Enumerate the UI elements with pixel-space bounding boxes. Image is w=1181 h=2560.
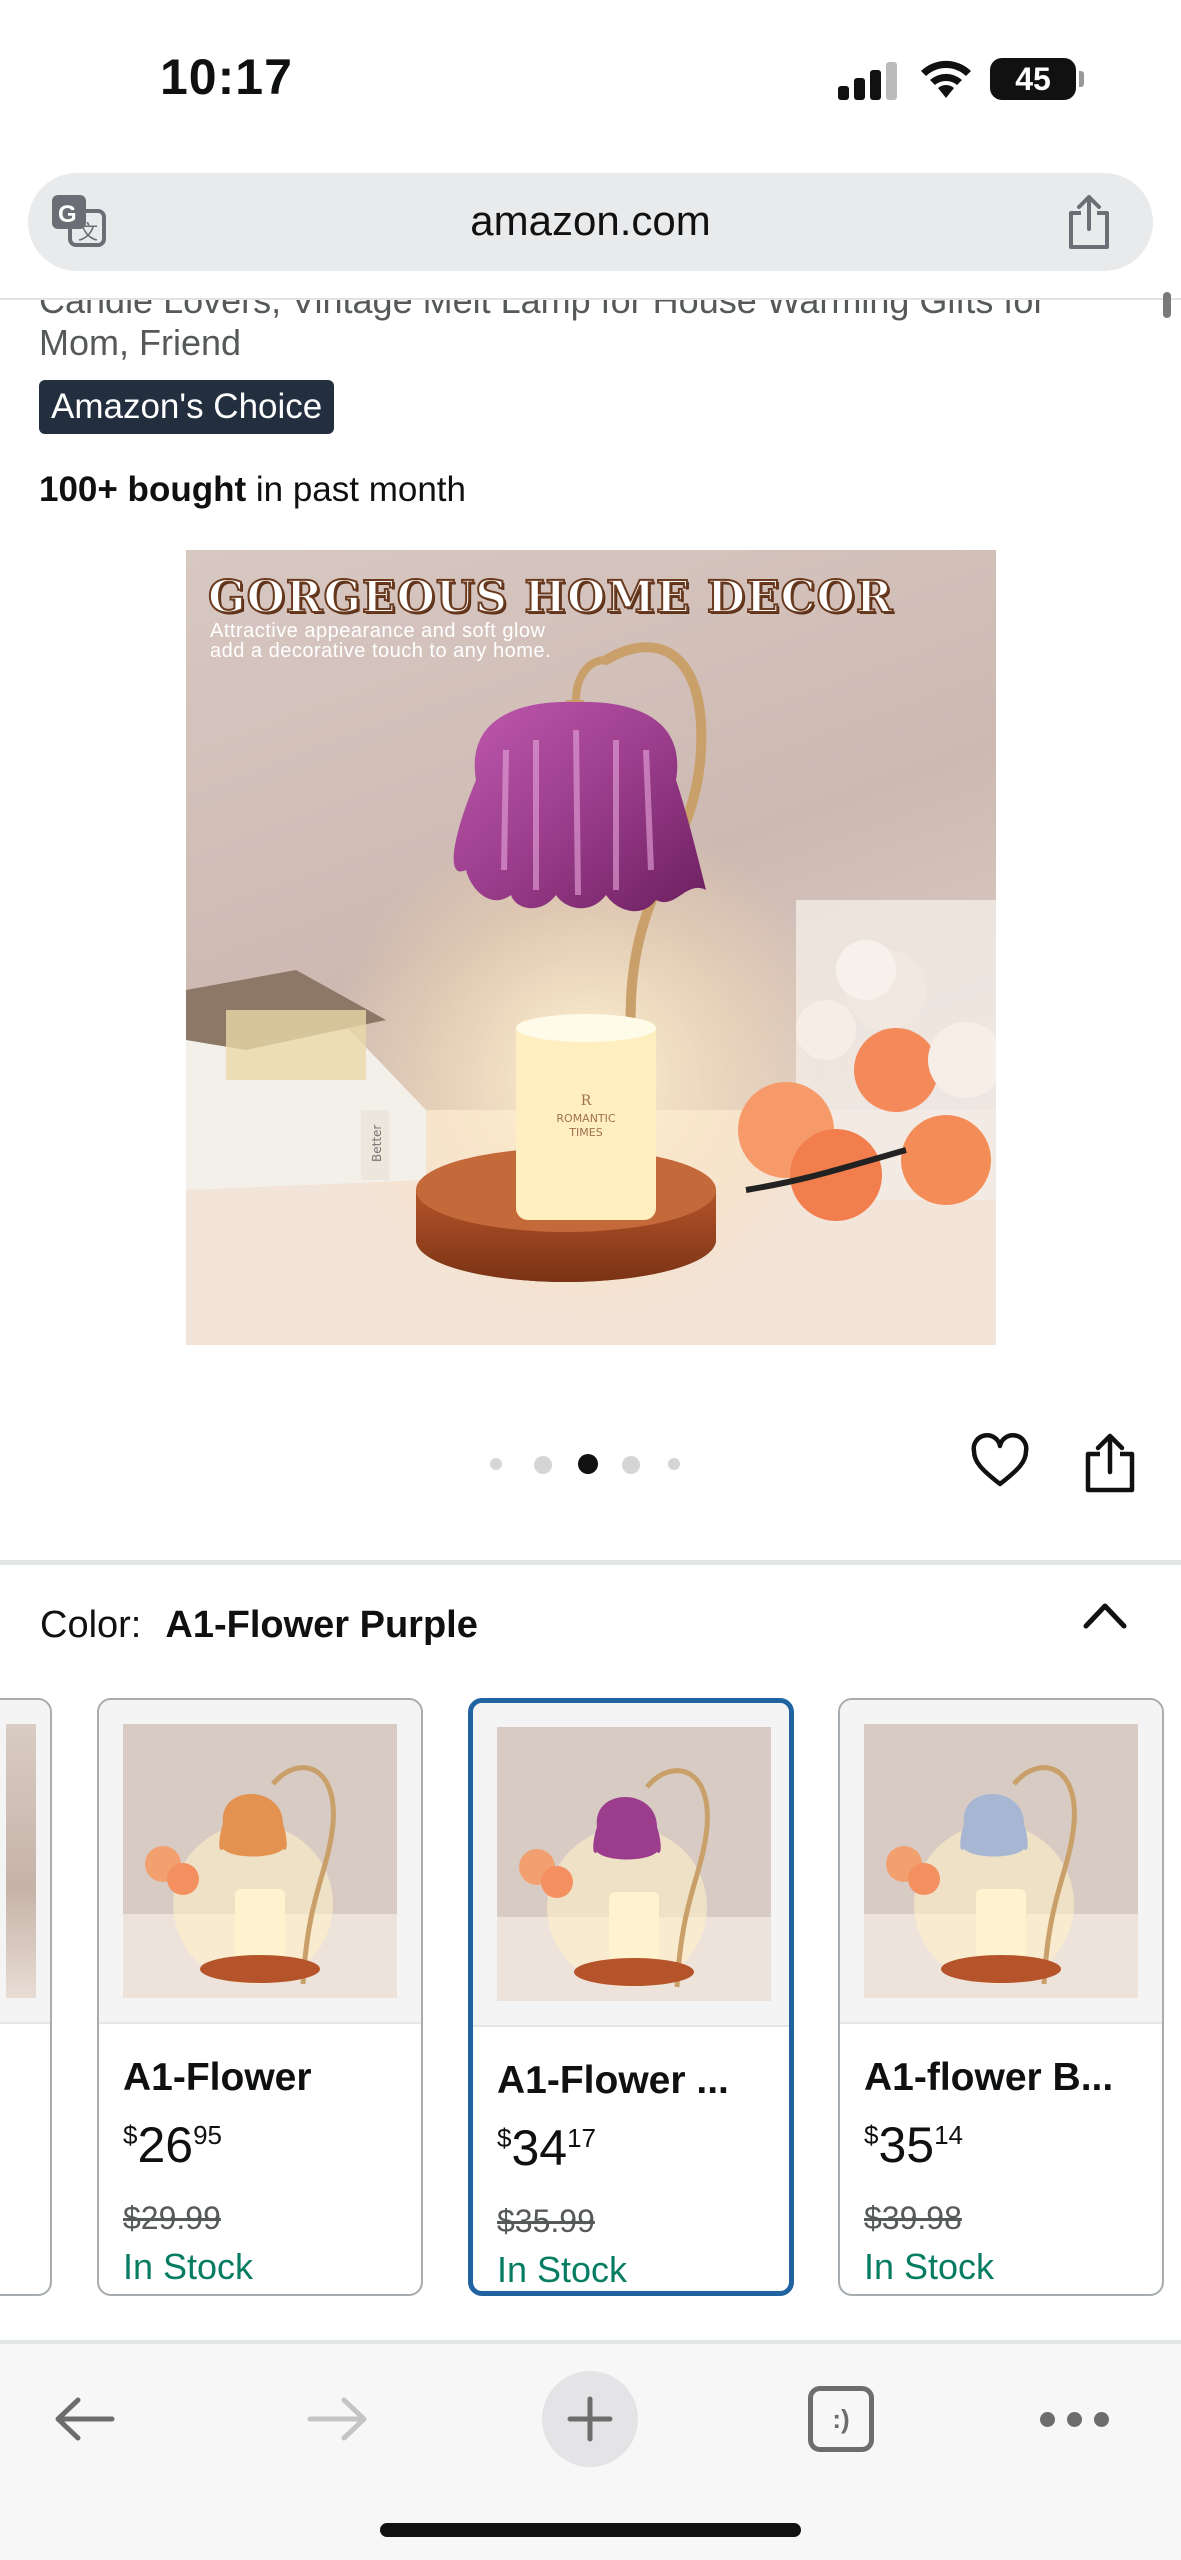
carousel-dot[interactable] — [622, 1456, 640, 1474]
heart-icon[interactable] — [970, 1432, 1030, 1492]
variant-thumbnail-area — [99, 1700, 421, 2024]
color-label: Color: — [40, 1604, 142, 1646]
price-symbol: $ — [123, 2120, 138, 2150]
variant-card-partial[interactable] — [0, 1698, 52, 2296]
carousel-dot[interactable] — [668, 1458, 680, 1470]
price-symbol: $ — [864, 2120, 879, 2150]
price-fraction: 95 — [193, 2120, 223, 2150]
product-title-line2[interactable]: Mom, Friend — [39, 322, 241, 364]
share-icon[interactable] — [1065, 193, 1113, 251]
product-image[interactable]: R ROMANTIC TIMES Better GORGEOUS HOME DE… — [186, 550, 996, 1345]
variant-thumbnail — [864, 1724, 1138, 1998]
cellular-signal-icon — [838, 60, 898, 100]
plus-icon — [567, 2396, 613, 2442]
selected-color: A1-Flower Purple — [165, 1604, 478, 1646]
bought-period: in past month — [246, 470, 466, 509]
candle-brand-mark: R — [581, 1093, 592, 1109]
variant-thumbnail — [6, 1724, 36, 1998]
stock-status: In Stock — [497, 2249, 628, 2290]
variant-price: $2695 — [123, 2116, 222, 2174]
bought-in-past-month: 100+ bought in past month — [39, 470, 466, 510]
price-fraction: 17 — [567, 2123, 597, 2153]
variant-card[interactable]: A1-Flower ... $3417 $35.99 In Stock — [468, 1698, 794, 2296]
variant-name: A1-Flower — [123, 2056, 312, 2099]
carousel-dots[interactable] — [490, 1452, 690, 1476]
more-options-icon[interactable] — [1040, 2412, 1110, 2428]
carousel-dot[interactable] — [490, 1458, 502, 1470]
wifi-icon — [921, 60, 971, 98]
stock-status: In Stock — [123, 2246, 254, 2287]
variant-price: $3514 — [864, 2116, 963, 2174]
price-fraction: 14 — [934, 2120, 964, 2150]
status-time: 10:17 — [160, 49, 293, 105]
product-title-partial[interactable]: Candle Lovers, Vintage Melt Lamp for Hou… — [39, 298, 1045, 322]
variant-thumbnail — [497, 1727, 771, 2001]
book-spine-text: Better — [370, 1125, 384, 1162]
product-photo-illustration: R ROMANTIC TIMES Better — [186, 642, 996, 1345]
variant-price: $3417 — [497, 2119, 596, 2177]
price-whole: 26 — [137, 2117, 194, 2173]
share-icon[interactable] — [1082, 1432, 1138, 1494]
home-indicator[interactable] — [380, 2523, 801, 2537]
variant-name: A1-flower B... — [864, 2056, 1114, 2099]
variant-thumbnail-area — [840, 1700, 1162, 2024]
image-headline: GORGEOUS HOME DECOR — [207, 571, 894, 624]
url-text[interactable]: amazon.com — [28, 197, 1153, 245]
scroll-indicator — [1163, 292, 1171, 318]
battery-level: 45 — [1015, 61, 1051, 97]
stock-status: In Stock — [864, 2246, 995, 2287]
variant-card[interactable]: A1-flower B... $3514 $39.98 In Stock — [838, 1698, 1164, 2296]
variant-thumbnail-area — [473, 1703, 789, 2027]
image-subline-2: add a decorative touch to any home. — [210, 640, 552, 662]
candle-label-2: TIMES — [568, 1126, 602, 1139]
price-whole: 34 — [511, 2120, 568, 2176]
bought-count: 100+ bought — [39, 470, 247, 509]
carousel-dot-active[interactable] — [578, 1454, 598, 1474]
list-price: $39.98 — [864, 2200, 962, 2236]
section-divider — [0, 1560, 1181, 1565]
forward-arrow-icon[interactable] — [304, 2394, 370, 2444]
address-bar-divider — [0, 298, 1181, 300]
chevron-up-icon[interactable] — [1080, 1596, 1130, 1636]
list-price: $29.99 — [123, 2200, 221, 2236]
back-arrow-icon[interactable] — [52, 2394, 118, 2444]
variant-name: A1-Flower ... — [497, 2059, 729, 2102]
price-whole: 35 — [878, 2117, 935, 2173]
carousel-dot[interactable] — [534, 1456, 552, 1474]
address-bar[interactable]: G 文 amazon.com — [28, 173, 1153, 271]
list-price: $35.99 — [497, 2203, 595, 2239]
amazons-choice-badge[interactable]: Amazon's Choice — [39, 380, 335, 434]
status-bar: 10:17 45 — [0, 0, 1181, 160]
variant-card[interactable]: A1-Flower $2695 $29.99 In Stock — [97, 1698, 423, 2296]
candle-label-1: ROMANTIC — [556, 1112, 616, 1125]
battery-icon: 45 — [990, 58, 1084, 100]
new-tab-button[interactable] — [542, 2371, 638, 2467]
color-selector-label[interactable]: Color: A1-Flower Purple — [40, 1604, 478, 1647]
price-symbol: $ — [497, 2123, 512, 2153]
tabs-button[interactable]: :) — [808, 2386, 874, 2452]
variant-thumbnail — [123, 1724, 397, 1998]
